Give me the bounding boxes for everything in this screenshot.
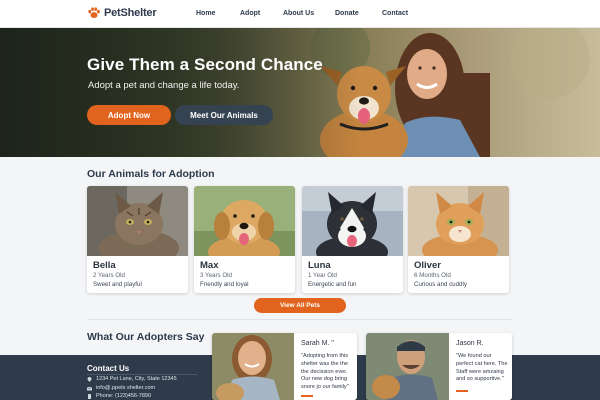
animal-name: Luna [308, 260, 331, 271]
email-text[interactable]: info@.ppets shelter.com [96, 385, 155, 391]
quote-line: Staff were amzaing [456, 368, 504, 375]
hero-title: Give Them a Second Chance [87, 55, 323, 74]
phone-icon [87, 393, 92, 399]
section-divider [87, 319, 512, 320]
husky-photo [302, 186, 403, 256]
testimonial-card-sarah: Sarah M. " "Adopting from this shelter w… [212, 333, 357, 400]
animal-card-oliver[interactable]: Oliver 6 Months Old Curious and cuddly [408, 186, 509, 293]
email-line: info@.ppets shelter.com [86, 385, 155, 391]
quote-line: "Adopting from this [301, 353, 349, 359]
meet-our-animals-button[interactable]: Meet Our Animals [175, 105, 273, 125]
phone-text: Phone: (123)456-7890 [96, 393, 152, 399]
cat-photo [87, 186, 188, 256]
nav-home[interactable]: Home [196, 10, 215, 17]
quote-accent-bar [456, 390, 468, 392]
animal-age: 3 Years Old [200, 272, 232, 279]
kitten-photo [408, 186, 509, 256]
animal-name: Oliver [414, 260, 441, 271]
adopter-name: Jason R. [456, 340, 484, 347]
quote-line: and so supportive." [456, 376, 504, 383]
adopter-name: Sarah M. " [301, 340, 334, 347]
quote-line: the decission ever. [301, 368, 348, 375]
animal-name: Bella [93, 260, 116, 271]
contact-divider [87, 374, 197, 375]
testimonial-card-jason: Jason R. "We found our perfect cat here.… [366, 333, 512, 400]
testimonial-quote: "We found our perfect cat here. The Staf… [456, 353, 510, 384]
adopter-photo [366, 333, 449, 400]
location-pin-icon [87, 376, 92, 382]
dog-photo [194, 186, 295, 256]
nav-adopt[interactable]: Adopt [240, 10, 260, 17]
quote-line: Our new dog bring [301, 376, 348, 383]
nav-contact[interactable]: Contact [382, 10, 408, 17]
hero-overlay [0, 28, 360, 157]
animal-description: Sweet and playful [93, 281, 142, 288]
animal-description: Energetic and fun [308, 281, 357, 288]
testimonial-quote: "Adopting from this shelter was the the … [301, 353, 355, 392]
animal-age: 2 Years Old [93, 272, 125, 279]
animal-card-max[interactable]: Max 3 Years Old Friendly and loyal [194, 186, 295, 293]
animal-card-bella[interactable]: Bella 2 Years Old Sweet and playful [87, 186, 188, 293]
envelope-icon [86, 386, 93, 391]
adoption-section-title: Our Animals for Adoption [87, 168, 215, 180]
quote-accent-bar [301, 395, 313, 397]
animal-card-luna[interactable]: Luna 1 Year Old Energetic and fun [302, 186, 403, 293]
hero-banner: Give Them a Second Chance Adopt a pet an… [0, 28, 600, 157]
hero-subtitle: Adopt a pet and change a life today. [88, 80, 240, 91]
animal-description: Curious and cuddly [414, 281, 467, 288]
quote-line: snore jo our family" [301, 384, 349, 391]
animal-name: Max [200, 260, 219, 271]
logo[interactable]: PetShelter [87, 6, 157, 20]
quote-line: perfect cat here. The [456, 360, 508, 367]
contact-title: Contact Us [87, 364, 130, 373]
top-nav: PetShelter Home Adopt About Us Donate Co… [0, 0, 600, 28]
nav-donate[interactable]: Donate [335, 10, 359, 17]
nav-about-us[interactable]: About Us [283, 10, 314, 17]
paw-icon [87, 6, 101, 20]
testimonials-section-title: What Our Adopters Say [87, 331, 205, 343]
quote-line: shelter was the the [301, 360, 348, 367]
phone-line: Phone: (123)456-7890 [87, 393, 151, 399]
adopt-now-button[interactable]: Adopt Now [87, 105, 171, 125]
view-all-pets-button[interactable]: View All Pets [254, 298, 346, 313]
address-text: 1234 Pet Lane, City, State 12345 [96, 376, 177, 382]
animal-age: 1 Year Old [308, 272, 337, 279]
animal-description: Friendly and loyal [200, 281, 249, 288]
brand-name: PetShelter [104, 7, 157, 19]
adopter-photo [212, 333, 294, 400]
quote-line: "We found our [456, 353, 492, 359]
address-line: 1234 Pet Lane, City, State 12345 [87, 376, 177, 382]
animal-age: 6 Months Old [414, 272, 451, 279]
